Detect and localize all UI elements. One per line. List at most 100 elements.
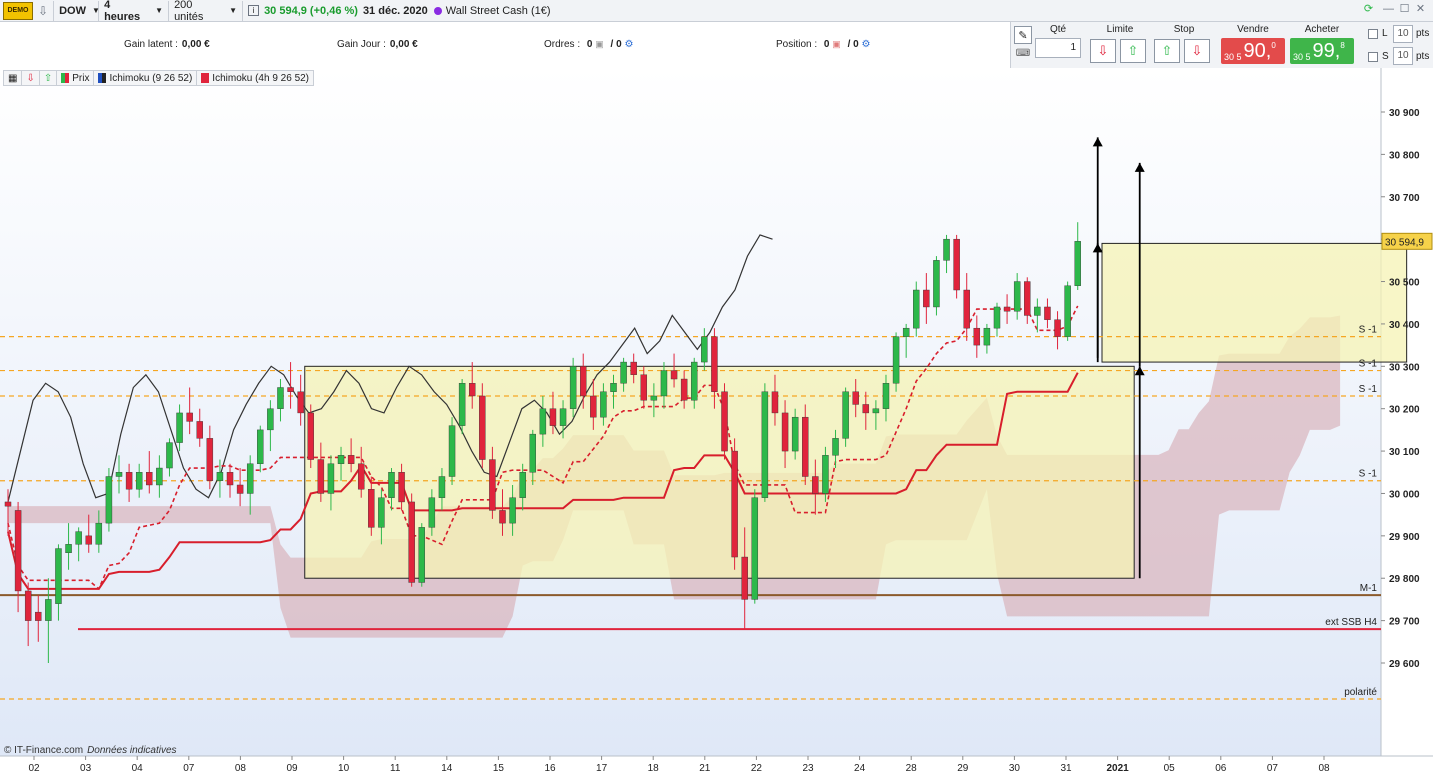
candle-body bbox=[741, 556, 748, 600]
candle-body bbox=[55, 548, 62, 604]
vendre-label: Vendre bbox=[1237, 24, 1269, 35]
ordres-label: Ordres : bbox=[544, 39, 581, 50]
orders-close-icon[interactable]: ▣ bbox=[595, 39, 604, 49]
candle-body bbox=[368, 489, 375, 528]
maximize-icon[interactable]: ☐ bbox=[1398, 3, 1411, 16]
gear-icon[interactable]: ⚙ bbox=[861, 39, 870, 50]
close-icon[interactable]: ✕ bbox=[1414, 3, 1427, 16]
legend-settings-icon[interactable]: ▦ bbox=[4, 71, 23, 85]
position-close-icon[interactable]: ▣ bbox=[832, 39, 841, 49]
stop-pts-input[interactable]: 10 bbox=[1393, 47, 1413, 65]
candle-body bbox=[327, 463, 335, 494]
candle-body bbox=[287, 387, 294, 392]
y-tick-label: 29 600 bbox=[1389, 659, 1420, 670]
stop-buy-icon[interactable]: ⇧ bbox=[1154, 39, 1180, 63]
refresh-icon[interactable]: ⟳ bbox=[1362, 3, 1375, 16]
candle-body bbox=[408, 501, 415, 583]
candle-body bbox=[14, 510, 22, 592]
consolidation-box bbox=[304, 365, 1135, 579]
candle-body bbox=[75, 531, 82, 545]
x-tick-label: 07 bbox=[1267, 763, 1279, 774]
candle-body bbox=[146, 472, 153, 486]
legend-ichimoku-1-label: Ichimoku (9 26 52) bbox=[109, 72, 193, 84]
candle-body bbox=[933, 260, 940, 308]
x-tick-label: 15 bbox=[493, 763, 505, 774]
level-label: S -1 bbox=[1359, 325, 1378, 336]
x-tick-label: 11 bbox=[390, 763, 401, 774]
limit-pts-input[interactable]: 10 bbox=[1393, 25, 1413, 43]
candle-body bbox=[640, 374, 648, 401]
candle-body bbox=[95, 522, 103, 545]
legend-up-icon[interactable]: ⇧ bbox=[40, 71, 58, 85]
level-label: M-1 bbox=[1360, 583, 1378, 594]
candle-body bbox=[378, 497, 385, 528]
settings-tool-icon[interactable]: ✎ bbox=[1014, 26, 1032, 44]
candle-body bbox=[559, 408, 567, 426]
instrument-select[interactable]: DOW ▼ bbox=[54, 0, 100, 21]
x-tick-label: 18 bbox=[648, 763, 660, 774]
quantity-input[interactable]: 1 bbox=[1035, 38, 1081, 58]
y-tick-label: 30 300 bbox=[1389, 362, 1420, 373]
units-label: 200 unités bbox=[174, 0, 204, 23]
legend-item-ichimoku-1[interactable]: Ichimoku (9 26 52) bbox=[94, 71, 198, 85]
ichimoku-1-swatch bbox=[98, 73, 107, 83]
timeframe-label: 4 heures bbox=[104, 0, 141, 23]
stop-sell-icon[interactable]: ⇩ bbox=[1184, 39, 1210, 63]
candle-body bbox=[277, 387, 284, 409]
buy-price-sup: 8 bbox=[1340, 41, 1345, 50]
legend-item-ichimoku-2[interactable]: Ichimoku (4h 9 26 52) bbox=[197, 71, 313, 85]
y-tick-label: 29 800 bbox=[1389, 574, 1420, 585]
candle-body bbox=[620, 361, 627, 384]
stop-checkbox[interactable] bbox=[1368, 52, 1378, 62]
candle-body bbox=[428, 497, 436, 528]
copyright-note: © IT-Finance.com Données indicatives bbox=[4, 745, 177, 756]
candle-body bbox=[186, 412, 193, 422]
units-select[interactable]: 200 unités ▼ bbox=[169, 0, 244, 23]
limit-checkbox[interactable] bbox=[1368, 29, 1378, 39]
ordres-value-b: / 0 bbox=[610, 39, 622, 50]
candle-body bbox=[993, 306, 1001, 329]
candle-body bbox=[418, 527, 425, 583]
timeframe-select[interactable]: 4 heures ▼ bbox=[99, 0, 170, 23]
pts-label-s: pts bbox=[1416, 51, 1430, 62]
price-chart[interactable]: S -1 S -1 S -1 S -1 M-1 ext SSB H4 polarité 29 … bbox=[0, 68, 1433, 775]
buy-button[interactable]: 30 5 99, 8 bbox=[1290, 38, 1354, 64]
info-icon[interactable]: i bbox=[248, 5, 260, 16]
level-label: ext SSB H4 bbox=[1325, 617, 1377, 628]
indicator-legend: ▦ ⇩ ⇧ Prix Ichimoku (9 26 52) Ichimoku (… bbox=[3, 70, 315, 86]
minimize-icon[interactable]: — bbox=[1382, 3, 1395, 16]
limit-buy-icon[interactable]: ⇩ bbox=[1090, 39, 1116, 63]
candle-body bbox=[65, 544, 72, 554]
candle-body bbox=[196, 421, 203, 439]
candle-body bbox=[45, 599, 52, 621]
candle-body bbox=[630, 361, 637, 375]
legend-item-prix[interactable]: Prix bbox=[57, 71, 95, 85]
y-tick-label: 30 700 bbox=[1389, 193, 1420, 204]
candle-body bbox=[902, 327, 910, 337]
x-tick-label: 04 bbox=[132, 763, 144, 774]
limite-label: Limite bbox=[1106, 24, 1134, 35]
position: Position : 0 ▣ / 0 ⚙ bbox=[776, 39, 870, 50]
top-toolbar: DEMO ⇩ DOW ▼ 4 heures ▼ 200 unités ▼ i 3… bbox=[0, 0, 1433, 23]
candle-body bbox=[468, 383, 476, 397]
x-tick-label: 08 bbox=[1318, 763, 1330, 774]
candle-body bbox=[105, 476, 113, 524]
x-tick-label: 05 bbox=[1164, 763, 1176, 774]
candle-body bbox=[771, 391, 779, 414]
x-tick-label: 09 bbox=[286, 763, 298, 774]
x-tick-label: 03 bbox=[80, 763, 92, 774]
y-tick-label: 30 200 bbox=[1389, 405, 1420, 416]
candle-body bbox=[85, 535, 92, 545]
download-icon[interactable]: ⇩ bbox=[33, 0, 55, 21]
gear-icon[interactable]: ⚙ bbox=[624, 39, 633, 50]
limit-sell-icon[interactable]: ⇧ bbox=[1120, 39, 1146, 63]
candle-body bbox=[590, 395, 597, 418]
candle-body bbox=[580, 366, 587, 397]
x-tick-label: 07 bbox=[183, 763, 195, 774]
position-value-b: / 0 bbox=[847, 39, 859, 50]
x-tick-label: 14 bbox=[441, 763, 453, 774]
sell-button[interactable]: 30 5 90, 0 bbox=[1221, 38, 1285, 64]
x-tick-label: 22 bbox=[751, 763, 763, 774]
keyboard-icon[interactable]: ⌨ bbox=[1014, 48, 1032, 62]
legend-down-icon[interactable]: ⇩ bbox=[22, 71, 40, 85]
